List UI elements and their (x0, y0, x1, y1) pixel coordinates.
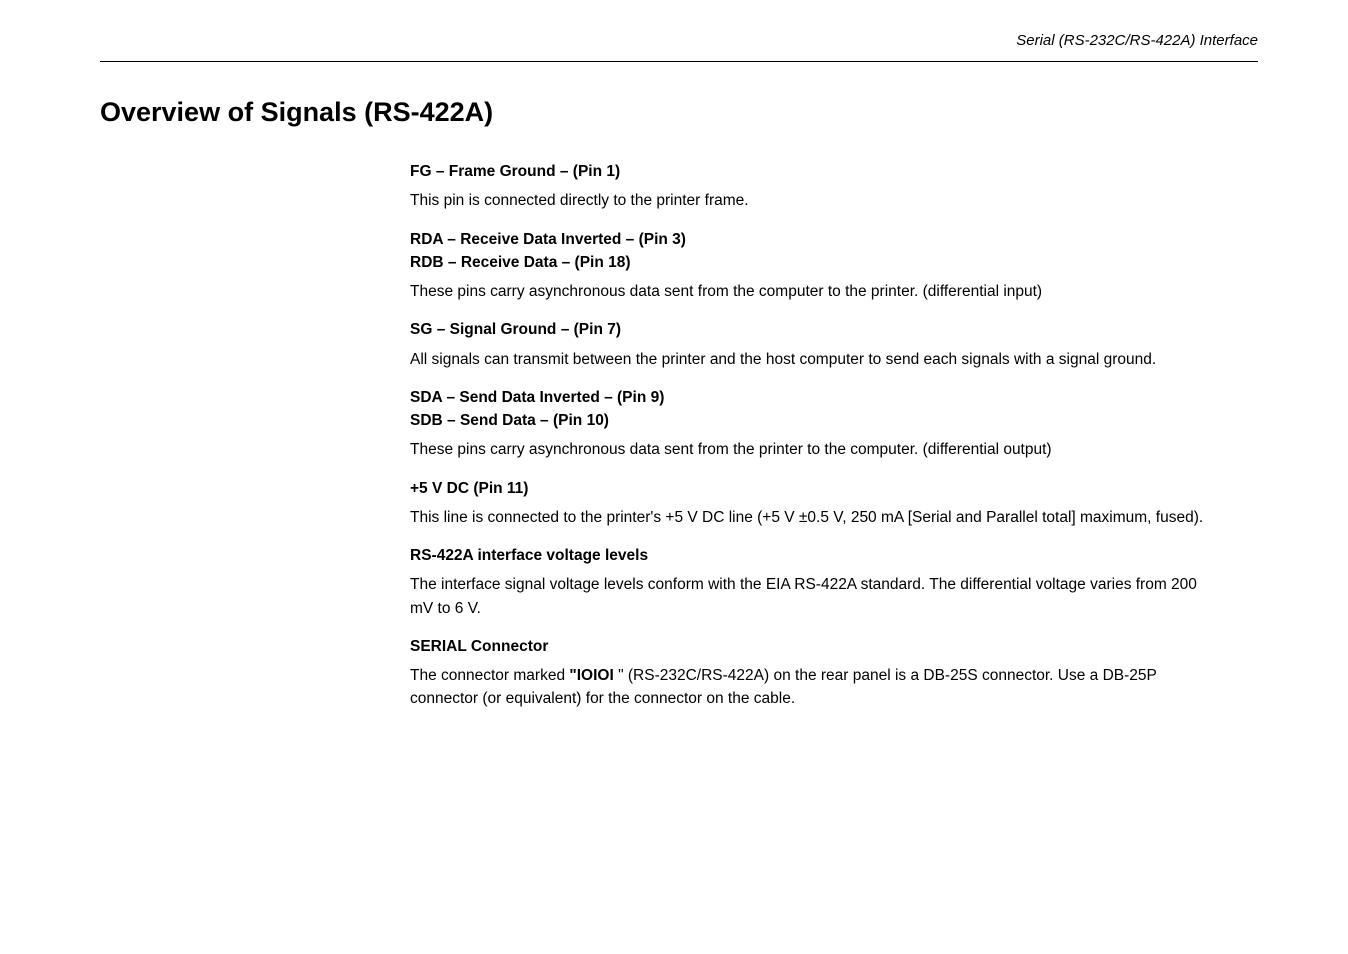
section-heading-5v: +5 V DC (Pin 11) (410, 477, 1220, 500)
section-body-sd: These pins carry asynchronous data sent … (410, 438, 1220, 461)
section-body-sg: All signals can transmit between the pri… (410, 348, 1220, 371)
page-header: Serial (RS-232C/RS-422A) Interface (100, 30, 1258, 62)
section-body-rd: These pins carry asynchronous data sent … (410, 280, 1220, 303)
section-body-fg: This pin is connected directly to the pr… (410, 189, 1220, 212)
serial-bold: "IOIOI (569, 667, 618, 684)
section-body-5v: This line is connected to the printer's … (410, 506, 1220, 529)
section-heading-rdb: RDB – Receive Data – (Pin 18) (410, 251, 1220, 274)
section-heading-sda: SDA – Send Data Inverted – (Pin 9) (410, 386, 1220, 409)
serial-prefix: The connector marked (410, 667, 569, 684)
breadcrumb: Serial (RS-232C/RS-422A) Interface (1016, 32, 1258, 49)
section-heading-fg: FG – Frame Ground – (Pin 1) (410, 160, 1220, 183)
section-heading-serial: SERIAL Connector (410, 635, 1220, 658)
section-heading-rda: RDA – Receive Data Inverted – (Pin 3) (410, 228, 1220, 251)
section-body-serial: The connector marked "IOIOI " (RS-232C/R… (410, 664, 1220, 711)
section-body-voltage: The interface signal voltage levels conf… (410, 573, 1220, 620)
page-title: Overview of Signals (RS-422A) (100, 92, 1258, 133)
section-heading-sdb: SDB – Send Data – (Pin 10) (410, 409, 1220, 432)
section-heading-voltage: RS-422A interface voltage levels (410, 544, 1220, 567)
content-area: FG – Frame Ground – (Pin 1) This pin is … (410, 160, 1220, 711)
section-heading-sg: SG – Signal Ground – (Pin 7) (410, 318, 1220, 341)
